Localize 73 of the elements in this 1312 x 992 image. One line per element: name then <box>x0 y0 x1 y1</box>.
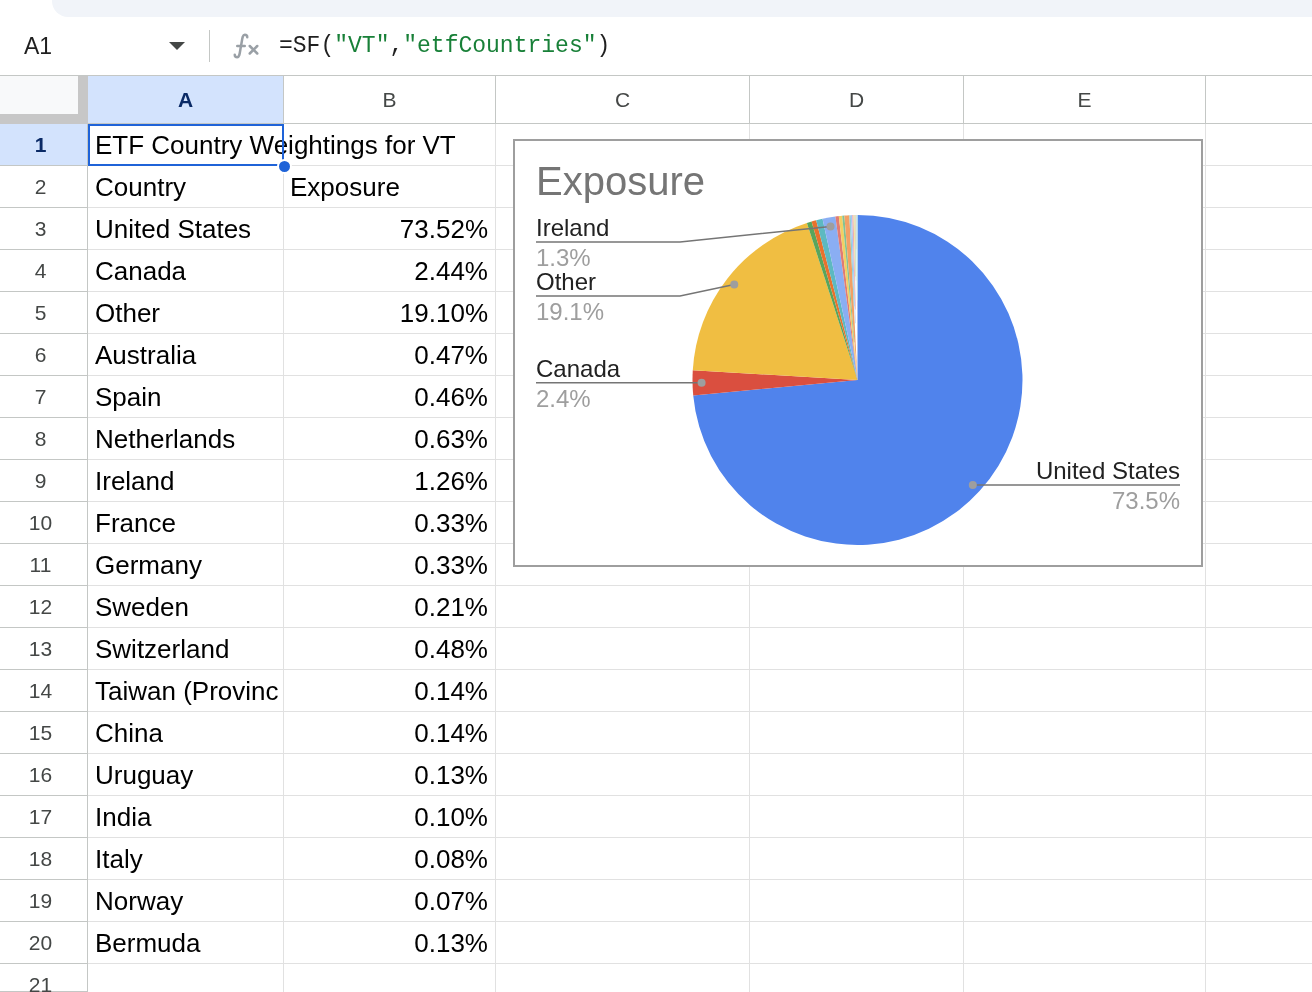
table-cell[interactable]: 0.21% <box>284 594 496 620</box>
table-cell[interactable]: Ireland <box>88 468 284 494</box>
table-cell[interactable]: United States <box>88 216 284 242</box>
row-header[interactable]: 15 <box>0 712 88 754</box>
table-cell[interactable]: Uruguay <box>88 762 284 788</box>
table-cell[interactable]: 0.14% <box>284 678 496 704</box>
table-cell[interactable]: Netherlands <box>88 426 284 452</box>
table-cell[interactable]: 0.33% <box>284 552 496 578</box>
table-cell[interactable]: 0.48% <box>284 636 496 662</box>
row-header[interactable]: 7 <box>0 376 88 418</box>
row-header[interactable]: 14 <box>0 670 88 712</box>
table-cell[interactable]: Switzerland <box>88 636 284 662</box>
table-cell[interactable]: 0.08% <box>284 846 496 872</box>
caret-icon <box>169 42 185 50</box>
table-cell[interactable]: Germany <box>88 552 284 578</box>
table-cell[interactable]: 19.10% <box>284 300 496 326</box>
table-cell[interactable]: Canada <box>88 258 284 284</box>
row-header[interactable]: 2 <box>0 166 88 208</box>
table-cell[interactable]: 0.47% <box>284 342 496 368</box>
table-cell[interactable]: Italy <box>88 846 284 872</box>
row-header[interactable]: 21 <box>0 964 88 992</box>
row-header[interactable]: 20 <box>0 922 88 964</box>
slice-percent: 73.5% <box>1111 486 1180 514</box>
table-cell[interactable]: 0.07% <box>284 888 496 914</box>
table-cell[interactable]: Exposure <box>284 174 496 200</box>
row-header[interactable]: 4 <box>0 250 88 292</box>
row-header[interactable]: 10 <box>0 502 88 544</box>
table-cell[interactable]: 0.46% <box>284 384 496 410</box>
slice-percent: 1.3% <box>536 244 591 271</box>
row-header[interactable]: 18 <box>0 838 88 880</box>
table-cell[interactable]: 1.26% <box>284 468 496 494</box>
row-header[interactable]: 3 <box>0 208 88 250</box>
row-header[interactable]: 9 <box>0 460 88 502</box>
table-cell[interactable]: Spain <box>88 384 284 410</box>
table-cell[interactable]: 73.52% <box>284 216 496 242</box>
table-cell[interactable]: Other <box>88 300 284 326</box>
formula-field[interactable]: =SF("VT","etfCountries") <box>279 33 611 59</box>
chart-title: Exposure <box>536 159 705 203</box>
slice-label: Other <box>536 268 597 295</box>
slice-label: Ireland <box>536 214 610 241</box>
table-cell[interactable]: Taiwan (Provinc <box>88 678 284 704</box>
row-header[interactable]: 1 <box>0 124 88 166</box>
table-cell[interactable]: 0.10% <box>284 804 496 830</box>
function-icon <box>231 31 261 61</box>
table-cell[interactable]: Sweden <box>88 594 284 620</box>
row-header[interactable]: 13 <box>0 628 88 670</box>
table-cell[interactable]: 0.33% <box>284 510 496 536</box>
row-header[interactable]: 19 <box>0 880 88 922</box>
table-cell[interactable]: 0.13% <box>284 930 496 956</box>
slice-label: Canada <box>536 354 621 382</box>
row-header[interactable]: 11 <box>0 544 88 586</box>
row-header[interactable]: 17 <box>0 796 88 838</box>
table-cell[interactable]: 0.14% <box>284 720 496 746</box>
slice-label: United States <box>1035 456 1180 484</box>
table-cell[interactable]: 0.63% <box>284 426 496 452</box>
row-header[interactable]: 5 <box>0 292 88 334</box>
slice-percent: 19.1% <box>536 298 605 325</box>
table-cell[interactable]: Australia <box>88 342 284 368</box>
slice-percent: 2.4% <box>536 384 591 412</box>
name-box[interactable]: A1 <box>0 25 196 67</box>
row-header[interactable]: 12 <box>0 586 88 628</box>
table-cell[interactable]: 0.13% <box>284 762 496 788</box>
table-cell[interactable]: 2.44% <box>284 258 496 284</box>
row-header[interactable]: 16 <box>0 754 88 796</box>
row-header[interactable]: 8 <box>0 418 88 460</box>
table-cell[interactable]: China <box>88 720 284 746</box>
table-cell[interactable]: Country <box>88 174 284 200</box>
table-cell[interactable]: India <box>88 804 284 830</box>
table-cell[interactable]: France <box>88 510 284 536</box>
table-cell[interactable]: Bermuda <box>88 930 284 956</box>
column-header[interactable]: A <box>88 76 284 123</box>
table-cell[interactable]: Norway <box>88 888 284 914</box>
row-header[interactable]: 6 <box>0 334 88 376</box>
